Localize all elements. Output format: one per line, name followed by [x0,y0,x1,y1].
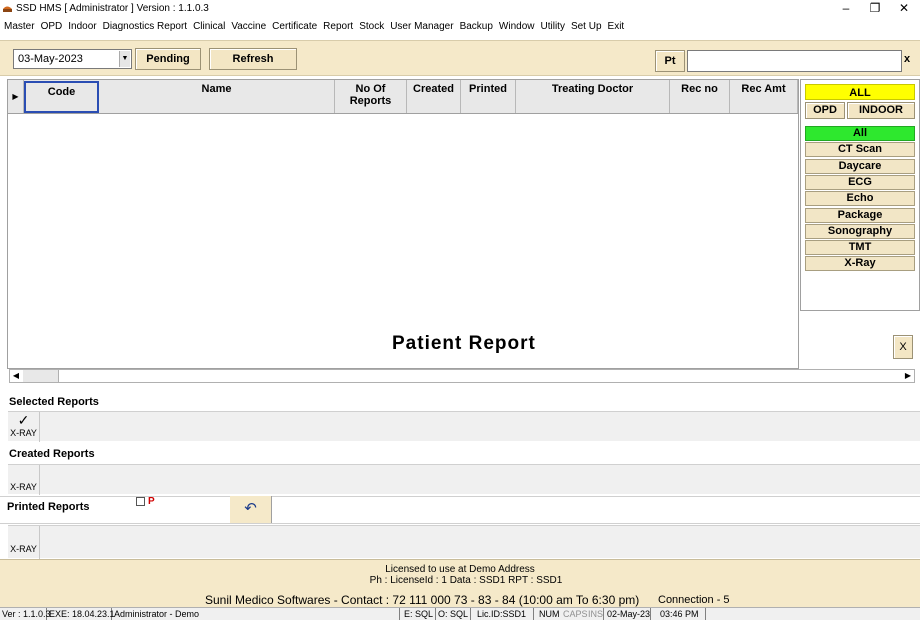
selected-xray-tab[interactable]: ✓ X-RAY [8,412,40,442]
menu-stock[interactable]: Stock [359,19,384,35]
status-version: Ver : 1.1.0.3 [2,608,51,620]
column-header-treating-doctor[interactable]: Treating Doctor [516,80,670,113]
printed-xray-tab[interactable]: X-RAY [8,526,40,559]
category-package[interactable]: Package [805,207,915,223]
menu-vaccine[interactable]: Vaccine [231,19,266,35]
status-exe: EXE: 18.04.23.1 [49,608,115,620]
license-line-1: Licensed to use at Demo Address [385,564,535,575]
printed-reports-label: Printed Reports [7,501,90,513]
indoor-filter-button[interactable]: INDOOR [847,102,915,119]
menu-backup[interactable]: Backup [460,19,493,35]
status-user: Administrator - Demo [112,608,400,620]
category-daycare[interactable]: Daycare [805,158,915,174]
restore-button[interactable]: ❐ [861,0,889,16]
menu-report[interactable]: Report [323,19,353,35]
date-dropdown[interactable]: 03-May-2023 ▼ [13,49,132,69]
menu-set-up[interactable]: Set Up [571,19,602,35]
column-header-created[interactable]: Created [407,80,461,113]
menu-clinical[interactable]: Clinical [193,19,225,35]
menu-list: Master OPD Indoor Diagnostics Report Clinica… [4,19,630,35]
menu-master[interactable]: Master [4,19,35,35]
scroll-right-icon[interactable]: ▶ [902,370,914,382]
column-header-printed[interactable]: Printed [461,80,516,113]
horizontal-scrollbar[interactable]: ◀ ▶ [9,369,915,383]
window-title: SSD HMS [ Administrator ] Version : 1.1.… [16,3,209,14]
menu-window[interactable]: Window [499,19,535,35]
grid-header: ▶ Code Name No Of Reports Created Printe… [8,80,798,114]
category-sonography[interactable]: Sonography [805,223,915,239]
footer: Licensed to use at Demo Address Ph : Lic… [0,559,920,607]
status-caps: CAPS [563,609,588,619]
status-lic: Lic.ID:SSD1 [475,608,534,620]
clear-search-button[interactable]: x [904,53,910,65]
menu-diagnostics-report[interactable]: Diagnostics Report [103,19,187,35]
company-contact: Sunil Medico Softwares - Contact : 72 11… [205,593,640,607]
status-o-sql: O: SQL [436,608,471,620]
selected-reports-label: Selected Reports [9,396,99,408]
selected-reports-strip: ✓ X-RAY [8,411,920,442]
app-icon [3,6,12,12]
menu-opd[interactable]: OPD [41,19,63,35]
printed-checkbox[interactable] [136,497,145,506]
menu-user-manager[interactable]: User Manager [390,19,453,35]
column-header-rec-amt[interactable]: Rec Amt [730,80,798,113]
license-line-2: Ph : LicenseId : 1 Data : SSD1 RPT : SSD… [369,575,563,586]
pending-button[interactable]: Pending [135,48,201,70]
connection-count: Connection - 5 [658,594,730,606]
status-num: NUM [539,609,560,619]
selected-xray-label: X-RAY [10,428,37,438]
status-e-sql: E: SQL [402,608,436,620]
category-x-ray[interactable]: X-Ray [805,256,915,272]
menu-bar: Master OPD Indoor Diagnostics Report Clinica… [0,19,920,35]
status-bar: Ver : 1.1.0.3 EXE: 18.04.23.1 Administra… [0,607,920,620]
category-all[interactable]: All [805,126,915,141]
column-header-rec-no[interactable]: Rec no [670,80,730,113]
category-tmt[interactable]: TMT [805,240,915,256]
printed-reports-strip: X-RAY [8,525,920,559]
patient-report-close-button[interactable]: X [893,335,913,359]
all-filter-button[interactable]: ALL [805,84,915,100]
date-value: 03-May-2023 [18,53,83,65]
patient-search-button[interactable]: Pt [655,50,685,72]
created-xray-label: X-RAY [10,482,37,492]
menu-certificate[interactable]: Certificate [272,19,317,35]
column-header-name[interactable]: Name [99,80,335,113]
scroll-left-icon[interactable]: ◀ [10,370,22,382]
menu-exit[interactable]: Exit [608,19,625,35]
status-time: 03:46 PM [652,608,706,620]
created-reports-label: Created Reports [9,448,95,460]
filter-panel: ALL OPD INDOOR All CT Scan Daycare ECG Echo P… [800,79,920,311]
checkmark-icon: ✓ [17,412,30,428]
minimize-button[interactable]: – [832,0,860,16]
chevron-down-icon[interactable]: ▼ [119,51,130,67]
undo-icon[interactable]: ↶ [230,496,272,523]
status-ins: INS [588,608,604,620]
opd-filter-button[interactable]: OPD [805,102,845,119]
category-ecg[interactable]: ECG [805,174,915,190]
close-window-button[interactable]: ✕ [890,0,918,16]
row-indicator-icon: ▶ [8,80,24,113]
created-xray-tab[interactable]: X-RAY [8,465,40,495]
printed-checkbox-label: P [148,496,155,507]
title-bar: SSD HMS [ Administrator ] Version : 1.1.… [0,0,920,18]
category-ct-scan[interactable]: CT Scan [805,142,915,158]
created-reports-strip: X-RAY [8,464,920,495]
menu-indoor[interactable]: Indoor [68,19,96,35]
column-header-no-of-reports[interactable]: No Of Reports [335,80,407,113]
scroll-thumb[interactable] [23,370,59,382]
toolbar: 03-May-2023 ▼ Pending Refresh Pt x [0,40,920,76]
printed-xray-label: X-RAY [10,544,37,554]
refresh-button[interactable]: Refresh [209,48,297,70]
reports-grid[interactable]: ▶ Code Name No Of Reports Created Printe… [7,79,799,369]
category-echo[interactable]: Echo [805,191,915,207]
column-header-code[interactable]: Code [24,81,99,113]
menu-utility[interactable]: Utility [541,19,565,35]
status-date: 02-May-23 [607,608,651,620]
patient-search-input[interactable] [687,50,902,72]
patient-report-title: Patient Report [392,333,536,354]
